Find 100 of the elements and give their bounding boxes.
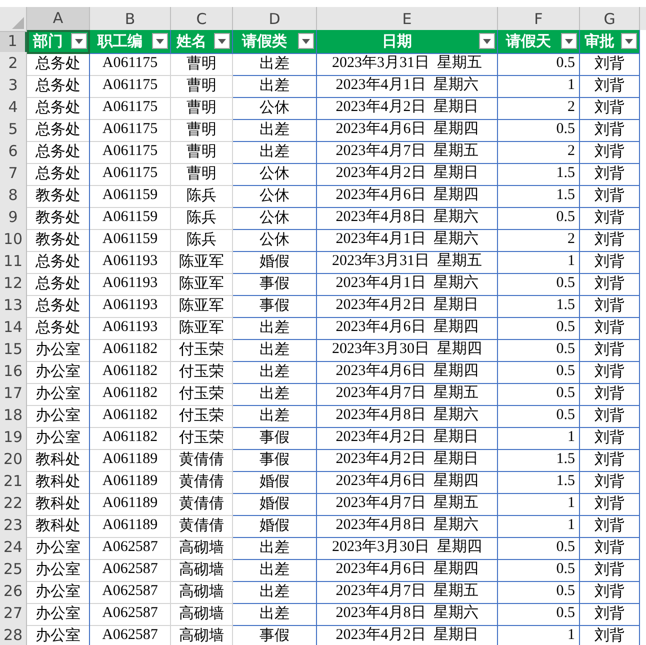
table-cell: 付玉荣	[171, 360, 233, 384]
table-cell: 高砌墙	[171, 580, 233, 604]
table-cell: 0.5	[498, 118, 580, 142]
table-cell: 出差	[233, 140, 317, 164]
filter-dropdown-button[interactable]	[214, 33, 230, 49]
row-header[interactable]: 3	[0, 74, 27, 98]
row-header[interactable]: 19	[0, 426, 27, 450]
table-cell: A061182	[90, 426, 171, 450]
table-cell: 2023年4月2日 星期日	[317, 448, 498, 472]
column-header[interactable]: A	[27, 7, 90, 32]
table-cell: 黄倩倩	[171, 492, 233, 516]
table-cell: 1.5	[498, 162, 580, 186]
table-cell: A062587	[90, 624, 171, 645]
table-cell: 0.5	[498, 316, 580, 340]
row-header[interactable]: 8	[0, 184, 27, 208]
table-cell: 2023年4月6日 星期四	[317, 470, 498, 494]
table-cell: 出差	[233, 404, 317, 428]
table-cell: 曹明	[171, 118, 233, 142]
table-cell: A062587	[90, 580, 171, 604]
table-cell: 公休	[233, 184, 317, 208]
table-cell: 办公室	[27, 338, 90, 362]
table-cell: 2023年4月2日 星期日	[317, 624, 498, 645]
row-header[interactable]: 27	[0, 602, 27, 626]
table-cell: 出差	[233, 118, 317, 142]
row-header[interactable]: 11	[0, 250, 27, 274]
table-cell: 2023年4月2日 星期日	[317, 96, 498, 120]
row-header[interactable]: 6	[0, 140, 27, 164]
row-header[interactable]: 12	[0, 272, 27, 296]
filter-dropdown-button[interactable]	[621, 33, 637, 49]
table-cell: A061189	[90, 470, 171, 494]
table-cell: A061159	[90, 206, 171, 230]
row-header[interactable]: 28	[0, 624, 27, 645]
row-header[interactable]: 21	[0, 470, 27, 494]
table-cell: 总务处	[27, 74, 90, 98]
row-header[interactable]: 13	[0, 294, 27, 318]
table-cell: 总务处	[27, 162, 90, 186]
row-header[interactable]: 4	[0, 96, 27, 120]
table-cell: 2	[498, 96, 580, 120]
row-header[interactable]: 16	[0, 360, 27, 384]
table-cell: 高砌墙	[171, 602, 233, 626]
table-cell: 2023年3月31日 星期五	[317, 250, 498, 274]
table-cell: 办公室	[27, 426, 90, 450]
table-cell: 0.5	[498, 602, 580, 626]
row-header[interactable]: 7	[0, 162, 27, 186]
table-cell: 办公室	[27, 602, 90, 626]
row-header[interactable]: 17	[0, 382, 27, 406]
table-cell: 2023年4月8日 星期六	[317, 404, 498, 428]
table-cell: 1	[498, 514, 580, 538]
filter-dropdown-button[interactable]	[152, 33, 168, 49]
table-cell: 2023年3月30日 星期四	[317, 536, 498, 560]
table-cell: 曹明	[171, 140, 233, 164]
table-cell: A061159	[90, 228, 171, 252]
table-cell: 陈兵	[171, 228, 233, 252]
filter-dropdown-button[interactable]	[561, 33, 577, 49]
table-cell: 1	[498, 492, 580, 516]
table-cell: 2023年4月6日 星期四	[317, 360, 498, 384]
table-cell: A061182	[90, 404, 171, 428]
table-cell: 2023年4月6日 星期四	[317, 118, 498, 142]
row-header[interactable]: 24	[0, 536, 27, 560]
table-cell: 0.5	[498, 272, 580, 296]
row-header[interactable]: 5	[0, 118, 27, 142]
table-cell: 2023年3月30日 星期四	[317, 338, 498, 362]
row-header[interactable]: 18	[0, 404, 27, 428]
row-header[interactable]: 9	[0, 206, 27, 230]
table-cell: A061182	[90, 360, 171, 384]
table-cell: 教科处	[27, 514, 90, 538]
table-cell: A061189	[90, 514, 171, 538]
table-cell: 0.5	[498, 404, 580, 428]
row-header[interactable]: 15	[0, 338, 27, 362]
table-cell: 总务处	[27, 118, 90, 142]
row-header[interactable]: 23	[0, 514, 27, 538]
filter-dropdown-button[interactable]	[71, 33, 87, 49]
row-header[interactable]: 26	[0, 580, 27, 604]
table-cell: 陈亚军	[171, 294, 233, 318]
table-cell: A061193	[90, 316, 171, 340]
caret-down-icon	[218, 38, 226, 44]
row-header[interactable]: 25	[0, 558, 27, 582]
caret-down-icon	[625, 38, 633, 44]
table-cell: 事假	[233, 426, 317, 450]
filter-dropdown-button[interactable]	[298, 33, 314, 49]
table-cell: 1.5	[498, 448, 580, 472]
filter-dropdown-button[interactable]	[479, 33, 495, 49]
table-cell: A061175	[90, 162, 171, 186]
table-cell: 公休	[233, 96, 317, 120]
row-header[interactable]: 10	[0, 228, 27, 252]
table-cell: 总务处	[27, 96, 90, 120]
table-cell: A061175	[90, 52, 171, 76]
table-cell: 教务处	[27, 228, 90, 252]
table-cell: 办公室	[27, 382, 90, 406]
row-header[interactable]: 14	[0, 316, 27, 340]
table-cell: 总务处	[27, 52, 90, 76]
table-cell: 出差	[233, 580, 317, 604]
table-cell: 2023年3月31日 星期五	[317, 52, 498, 76]
row-header[interactable]: 2	[0, 52, 27, 76]
row-header[interactable]: 22	[0, 492, 27, 516]
table-cell: 出差	[233, 602, 317, 626]
table-cell: 曹明	[171, 162, 233, 186]
row-header[interactable]: 20	[0, 448, 27, 472]
table-cell: 总务处	[27, 140, 90, 164]
table-cell: 2	[498, 140, 580, 164]
